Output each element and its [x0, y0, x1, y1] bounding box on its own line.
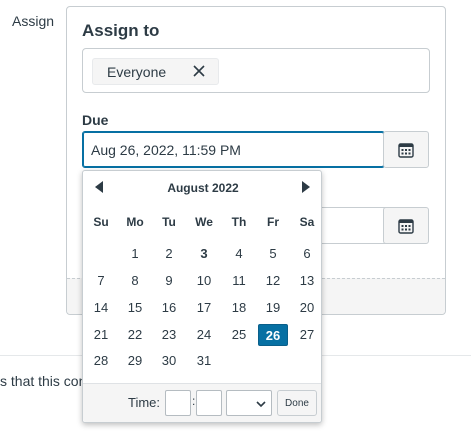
available-from-input[interactable]: [320, 207, 386, 244]
calendar-day[interactable]: 19: [258, 297, 288, 319]
calendar-day[interactable]: 12: [258, 270, 288, 292]
due-label: Due: [82, 112, 109, 128]
calendar-day[interactable]: 13: [292, 270, 322, 292]
calendar-day[interactable]: 20: [292, 297, 322, 319]
calendar-day[interactable]: 24: [189, 324, 219, 346]
calendar-day[interactable]: 6: [292, 243, 322, 265]
calendar-day[interactable]: 28: [86, 350, 116, 372]
calendar-day[interactable]: 11: [224, 270, 254, 292]
calendar-day[interactable]: 4: [224, 243, 254, 265]
calendar-day[interactable]: 27: [292, 324, 322, 346]
calendar-day[interactable]: 5: [258, 243, 288, 265]
calendar-day[interactable]: 16: [154, 297, 184, 319]
description-text: s that this con: [0, 373, 87, 389]
ampm-select[interactable]: [226, 390, 272, 416]
done-button[interactable]: Done: [277, 390, 317, 416]
calendar-day[interactable]: 30: [154, 350, 184, 372]
calendar-day[interactable]: 29: [120, 350, 150, 372]
remove-x-icon[interactable]: [192, 64, 206, 78]
due-date-input[interactable]: Aug 26, 2022, 11:59 PM: [82, 131, 385, 168]
assignee-token-label: Everyone: [107, 63, 167, 80]
time-separator: :: [192, 394, 196, 408]
calendar-day[interactable]: 1: [120, 243, 150, 265]
calendar-day[interactable]: 10: [189, 270, 219, 292]
calendar-day[interactable]: 18: [224, 297, 254, 319]
chevron-down-icon: [256, 401, 266, 408]
calendar-grid: 1 2 3 4 5 6 7 8 9 10 11 12 13 14 15 16 17 18 19 20 21 22 23 24 2…: [83, 171, 323, 381]
calendar-day[interactable]: 22: [120, 324, 150, 346]
page: Assign Assign to Everyone Due Aug 26, 20…: [0, 0, 471, 440]
calendar-day[interactable]: 7: [86, 270, 116, 292]
calendar-day[interactable]: 14: [86, 297, 116, 319]
assign-to-input[interactable]: Everyone: [82, 48, 430, 93]
calendar-day[interactable]: 9: [154, 270, 184, 292]
datepicker-footer: Time: : Done: [83, 383, 321, 422]
assign-section-label: Assign: [12, 13, 55, 29]
calendar-icon: [398, 218, 414, 234]
calendar-day[interactable]: 23: [154, 324, 184, 346]
time-label: Time:: [128, 395, 161, 410]
calendar-icon: [398, 142, 414, 158]
datepicker-popup: August 2022 Su Mo Tu We Th Fr Sa 1 2 3 4 5 6 7 8 9 10 11…: [82, 170, 322, 423]
calendar-day[interactable]: 8: [120, 270, 150, 292]
available-from-calendar-button[interactable]: [383, 207, 429, 244]
calendar-day[interactable]: 21: [86, 324, 116, 346]
calendar-day[interactable]: 15: [120, 297, 150, 319]
assignee-token[interactable]: Everyone: [92, 58, 219, 85]
calendar-day[interactable]: 31: [189, 350, 219, 372]
calendar-day[interactable]: 17: [189, 297, 219, 319]
calendar-day-selected[interactable]: 26: [258, 324, 288, 346]
minute-input[interactable]: [196, 390, 222, 416]
calendar-day[interactable]: 2: [154, 243, 184, 265]
calendar-day[interactable]: 3: [189, 243, 219, 265]
hour-input[interactable]: [165, 390, 191, 416]
calendar-day[interactable]: 25: [224, 324, 254, 346]
due-calendar-button[interactable]: [383, 131, 429, 168]
assign-to-heading: Assign to: [82, 21, 160, 40]
